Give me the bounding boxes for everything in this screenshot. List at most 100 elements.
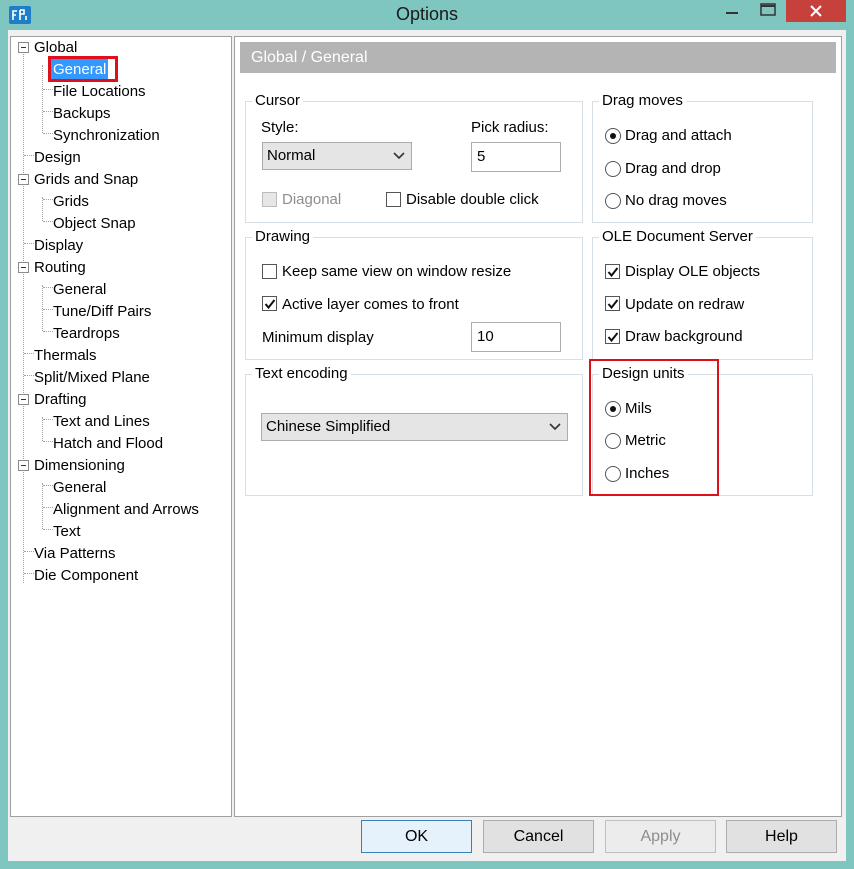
metric-radio[interactable] (605, 433, 621, 449)
options-panel: Global / General Cursor Style: Normal Pi… (234, 36, 842, 817)
text-encoding-dropdown[interactable]: Chinese Simplified (261, 413, 568, 441)
metric-label: Metric (625, 432, 666, 449)
help-button[interactable]: Help (726, 820, 837, 853)
cursor-group: Cursor Style: Normal Pick radius: 5 Diag… (245, 91, 583, 223)
mils-radio[interactable] (605, 401, 621, 417)
tree-item-dimensioning-general[interactable]: General (51, 477, 108, 499)
tree-item-via-patterns[interactable]: Via Patterns (32, 543, 117, 565)
tree-item-grids[interactable]: Grids (51, 191, 91, 213)
tree-item-grids-and-snap[interactable]: Grids and Snap (32, 169, 140, 191)
tree-item-tune-diff-pairs[interactable]: Tune/Diff Pairs (51, 301, 153, 323)
drag-moves-title: Drag moves (599, 91, 686, 111)
tree-line (23, 54, 24, 583)
checkmark-icon (607, 267, 619, 278)
style-label: Style: (261, 119, 299, 136)
update-on-redraw-label: Update on redraw (625, 296, 745, 313)
draw-background-checkbox[interactable] (605, 329, 620, 344)
drag-moves-group: Drag moves Drag and attach Drag and drop… (592, 91, 813, 223)
maximize-button[interactable] (752, 0, 784, 22)
tree-item-hatch-and-flood[interactable]: Hatch and Flood (51, 433, 165, 455)
style-value: Normal (267, 147, 316, 164)
drawing-group: Drawing Keep same view on window resize … (245, 227, 583, 360)
collapse-icon[interactable] (18, 174, 29, 185)
page-title: Global / General (240, 42, 836, 73)
collapse-icon[interactable] (18, 460, 29, 471)
tree-item-object-snap[interactable]: Object Snap (51, 213, 138, 235)
tree-line (42, 65, 43, 133)
checkmark-icon (264, 299, 276, 310)
minimize-button[interactable] (714, 0, 750, 22)
draw-background-label: Draw background (625, 328, 743, 345)
tree-item-split-mixed-plane[interactable]: Split/Mixed Plane (32, 367, 152, 389)
keep-same-view-checkbox[interactable] (262, 264, 277, 279)
tree-line (42, 285, 43, 331)
diagonal-label: Diagonal (282, 191, 342, 208)
mils-label: Mils (625, 400, 652, 417)
collapse-icon[interactable] (18, 42, 29, 53)
text-encoding-group: Text encoding Chinese Simplified (245, 364, 583, 496)
text-encoding-value: Chinese Simplified (266, 418, 391, 435)
inches-radio[interactable] (605, 466, 621, 482)
diagonal-checkbox[interactable] (262, 192, 277, 207)
design-units-group: Design units Mils Metric Inches (592, 364, 813, 496)
tree-line (42, 197, 43, 221)
collapse-icon[interactable] (18, 262, 29, 273)
close-button[interactable] (786, 0, 846, 22)
tree-item-backups[interactable]: Backups (51, 103, 113, 125)
cursor-group-title: Cursor (252, 91, 304, 111)
pick-radius-input[interactable]: 5 (471, 142, 561, 172)
no-drag-moves-radio[interactable] (605, 193, 621, 209)
tree-item-file-locations[interactable]: File Locations (51, 81, 148, 103)
keep-same-view-label: Keep same view on window resize (282, 263, 512, 280)
no-drag-moves-label: No drag moves (625, 192, 727, 209)
tree-item-teardrops[interactable]: Teardrops (51, 323, 122, 345)
collapse-icon[interactable] (18, 394, 29, 405)
min-display-input[interactable]: 10 (471, 322, 561, 352)
tree-item-drafting[interactable]: Drafting (32, 389, 89, 411)
drawing-group-title: Drawing (252, 227, 314, 247)
category-tree[interactable]: Global General File Locations Backups Sy… (10, 36, 232, 817)
text-encoding-title: Text encoding (252, 364, 351, 384)
design-units-title: Design units (599, 364, 688, 384)
display-ole-label: Display OLE objects (625, 263, 761, 280)
cancel-button[interactable]: Cancel (483, 820, 594, 853)
tree-item-global[interactable]: Global (32, 37, 79, 59)
tree-item-thermals[interactable]: Thermals (32, 345, 99, 367)
ok-button[interactable]: OK (361, 820, 472, 853)
pick-radius-label: Pick radius: (471, 119, 549, 136)
tree-item-routing-general[interactable]: General (51, 279, 108, 301)
checkmark-icon (607, 332, 619, 343)
tree-item-general[interactable]: General (51, 59, 109, 81)
drag-and-drop-radio[interactable] (605, 161, 621, 177)
tree-item-alignment-and-arrows[interactable]: Alignment and Arrows (51, 499, 201, 521)
tree-item-text[interactable]: Text (51, 521, 83, 543)
tree-item-text-and-lines[interactable]: Text and Lines (51, 411, 152, 433)
tree-line (42, 483, 43, 529)
update-on-redraw-checkbox[interactable] (605, 296, 620, 311)
tree-item-display[interactable]: Display (32, 235, 85, 257)
tree-item-dimensioning[interactable]: Dimensioning (32, 455, 127, 477)
disable-double-click-label: Disable double click (406, 191, 539, 208)
chevron-down-icon (393, 152, 405, 160)
tree-item-design[interactable]: Design (32, 147, 83, 169)
min-display-label: Minimum display (262, 329, 374, 346)
display-ole-checkbox[interactable] (605, 264, 620, 279)
drag-and-attach-radio[interactable] (605, 128, 621, 144)
tree-line (42, 417, 43, 441)
tree-item-die-component[interactable]: Die Component (32, 565, 140, 587)
active-layer-label: Active layer comes to front (282, 296, 459, 313)
dialog-body: Global General File Locations Backups Sy… (8, 30, 846, 861)
drag-and-attach-label: Drag and attach (625, 127, 732, 144)
tree-item-synchronization[interactable]: Synchronization (51, 125, 162, 147)
checkmark-icon (607, 299, 619, 310)
tree-item-routing[interactable]: Routing (32, 257, 88, 279)
disable-double-click-checkbox[interactable] (386, 192, 401, 207)
title-bar[interactable]: Options (0, 0, 854, 30)
active-layer-checkbox[interactable] (262, 296, 277, 311)
apply-button[interactable]: Apply (605, 820, 716, 853)
style-dropdown[interactable]: Normal (262, 142, 412, 170)
ole-group-title: OLE Document Server (599, 227, 756, 247)
inches-label: Inches (625, 465, 670, 482)
drag-and-drop-label: Drag and drop (625, 160, 721, 177)
chevron-down-icon (549, 423, 561, 431)
